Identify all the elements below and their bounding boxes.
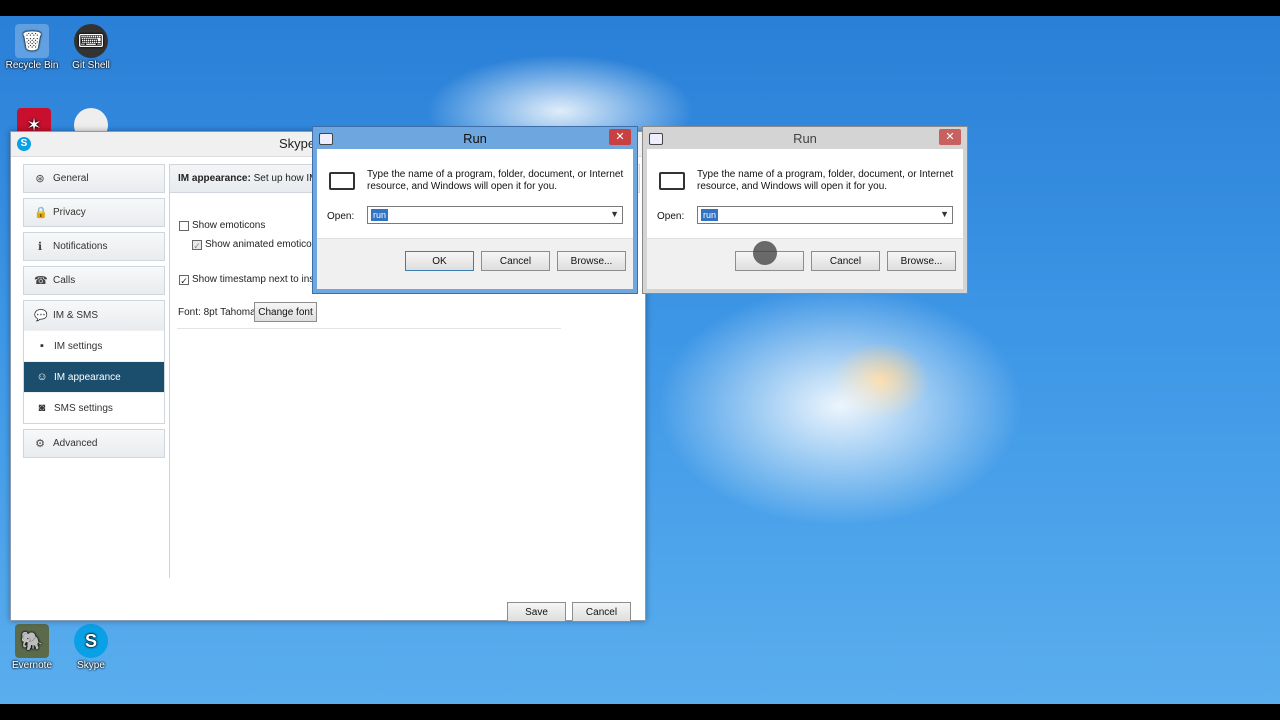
close-button[interactable]: ✕: [939, 129, 961, 145]
nav-label: IM appearance: [54, 371, 121, 383]
run-body: Type the name of a program, folder, docu…: [317, 149, 633, 289]
info-icon: ℹ: [37, 240, 43, 253]
run-titlebar[interactable]: Run ✕: [643, 127, 967, 149]
run-icon: [329, 172, 355, 190]
nav-label: IM settings: [54, 340, 103, 352]
nav-general[interactable]: ⊛ General: [23, 164, 165, 193]
close-button[interactable]: ✕: [609, 129, 631, 145]
cancel-button[interactable]: Cancel: [572, 602, 631, 622]
show-timestamp-checkbox[interactable]: ✓: [179, 274, 189, 286]
nav-notifications[interactable]: ℹ Notifications: [23, 232, 165, 261]
desktop-icon-skype[interactable]: S Skype: [61, 624, 121, 671]
run-description: Type the name of a program, folder, docu…: [367, 169, 624, 192]
run-title: Run: [793, 131, 817, 146]
nav-label: SMS settings: [54, 402, 113, 414]
nav-sms-settings[interactable]: ◙ SMS settings: [24, 392, 164, 423]
open-input-value[interactable]: run: [701, 209, 719, 221]
run-description: Type the name of a program, folder, docu…: [697, 169, 954, 192]
skype-window-title: Skype: [279, 136, 316, 151]
open-input-value[interactable]: run: [371, 209, 389, 221]
chat-bubble-icon: 💬: [34, 309, 48, 322]
nav-calls[interactable]: ☎ Calls: [23, 266, 165, 295]
run-footer: OK Cancel Browse...: [317, 238, 633, 289]
show-animated-emoticons-checkbox[interactable]: ✓: [192, 239, 202, 251]
change-font-button[interactable]: Change font: [254, 302, 317, 322]
skype-logo-icon: ⊛: [35, 172, 45, 185]
nav-im-appearance[interactable]: ☺ IM appearance: [24, 361, 164, 392]
evernote-icon: 🐘: [15, 624, 49, 658]
desktop-icon-label: Recycle Bin: [5, 60, 59, 71]
show-timestamp-option[interactable]: ✓ Show timestamp next to instant: [179, 274, 331, 286]
nav-label: Advanced: [53, 438, 98, 449]
mouse-cursor: [753, 241, 777, 265]
run-footer: Cancel Browse...: [647, 238, 963, 289]
divider: [177, 328, 561, 329]
lock-icon: 🔒: [34, 206, 48, 219]
nav-label: Notifications: [53, 241, 108, 252]
open-combobox[interactable]: run ▼: [697, 206, 953, 224]
browse-button[interactable]: Browse...: [887, 251, 956, 271]
run-icon: [659, 172, 685, 190]
open-combobox[interactable]: run ▼: [367, 206, 623, 224]
run-titlebar[interactable]: Run ✕: [313, 127, 637, 149]
chevron-down-icon[interactable]: ▼: [940, 209, 949, 219]
chat-bubble-icon: ▪: [40, 340, 44, 352]
nav-privacy[interactable]: 🔒 Privacy: [23, 198, 165, 227]
nav-advanced[interactable]: ⚙ Advanced: [23, 429, 165, 458]
recycle-bin-icon: 🗑: [15, 24, 49, 58]
run-body: Type the name of a program, folder, docu…: [647, 149, 963, 289]
bottom-bar: [0, 704, 1280, 720]
desktop-icon-recycle-bin[interactable]: 🗑 Recycle Bin: [2, 24, 62, 71]
option-label: Show emoticons: [192, 220, 266, 231]
desktop-icon-label: Skype: [77, 660, 105, 671]
ok-button[interactable]: OK: [405, 251, 474, 271]
desktop-icon-label: Evernote: [11, 660, 53, 671]
run-title: Run: [463, 131, 487, 146]
run-dialog: Run ✕ Type the name of a program, folder…: [642, 126, 968, 294]
show-emoticons-option[interactable]: Show emoticons: [179, 220, 265, 231]
nav-im-settings[interactable]: ▪ IM settings: [24, 330, 164, 361]
save-button[interactable]: Save: [507, 602, 566, 622]
skype-icon: S: [74, 624, 108, 658]
nav-label: IM & SMS: [53, 310, 99, 321]
skype-logo-icon: S: [17, 137, 31, 151]
desktop-icon-evernote[interactable]: 🐘 Evernote: [2, 624, 62, 671]
nav-im-sms[interactable]: 💬 IM & SMS: [24, 301, 164, 330]
smiley-icon: ☺: [36, 371, 48, 383]
gear-icon: ⚙: [35, 437, 45, 450]
desktop-icon-git-shell[interactable]: ⌨ Git Shell: [61, 24, 121, 71]
skype-options-nav: ⊛ General 🔒 Privacy ℹ Notifications ☎ Ca…: [23, 164, 165, 463]
open-label: Open:: [327, 211, 355, 222]
phone-icon: ☎: [34, 274, 48, 287]
cancel-button[interactable]: Cancel: [811, 251, 880, 271]
git-shell-icon: ⌨: [74, 24, 108, 58]
show-animated-emoticons-option[interactable]: ✓ Show animated emoticons: [192, 239, 323, 251]
nav-label: Privacy: [53, 207, 86, 218]
desktop-icon-label: Git Shell: [72, 60, 110, 71]
nav-group-im-sms: 💬 IM & SMS ▪ IM settings ☺ IM appearance…: [23, 300, 165, 424]
option-label: Show timestamp next to instant: [192, 274, 331, 285]
option-label: Show animated emoticons: [205, 239, 323, 250]
chevron-down-icon[interactable]: ▼: [610, 209, 619, 219]
desktop: 🗑 Recycle Bin ⌨ Git Shell ✶ 🐘 Evernote S…: [0, 16, 1280, 704]
font-label: Font: 8pt Tahoma: [178, 307, 256, 318]
browse-button[interactable]: Browse...: [557, 251, 626, 271]
run-dialog: Run ✕ Type the name of a program, folder…: [312, 126, 638, 294]
cancel-button[interactable]: Cancel: [481, 251, 550, 271]
sms-icon: ◙: [38, 402, 46, 414]
nav-label: General: [53, 173, 89, 184]
show-emoticons-checkbox[interactable]: [179, 220, 189, 231]
open-label: Open:: [657, 211, 685, 222]
panel-header-title: IM appearance:: [178, 173, 251, 184]
nav-label: Calls: [53, 275, 76, 286]
